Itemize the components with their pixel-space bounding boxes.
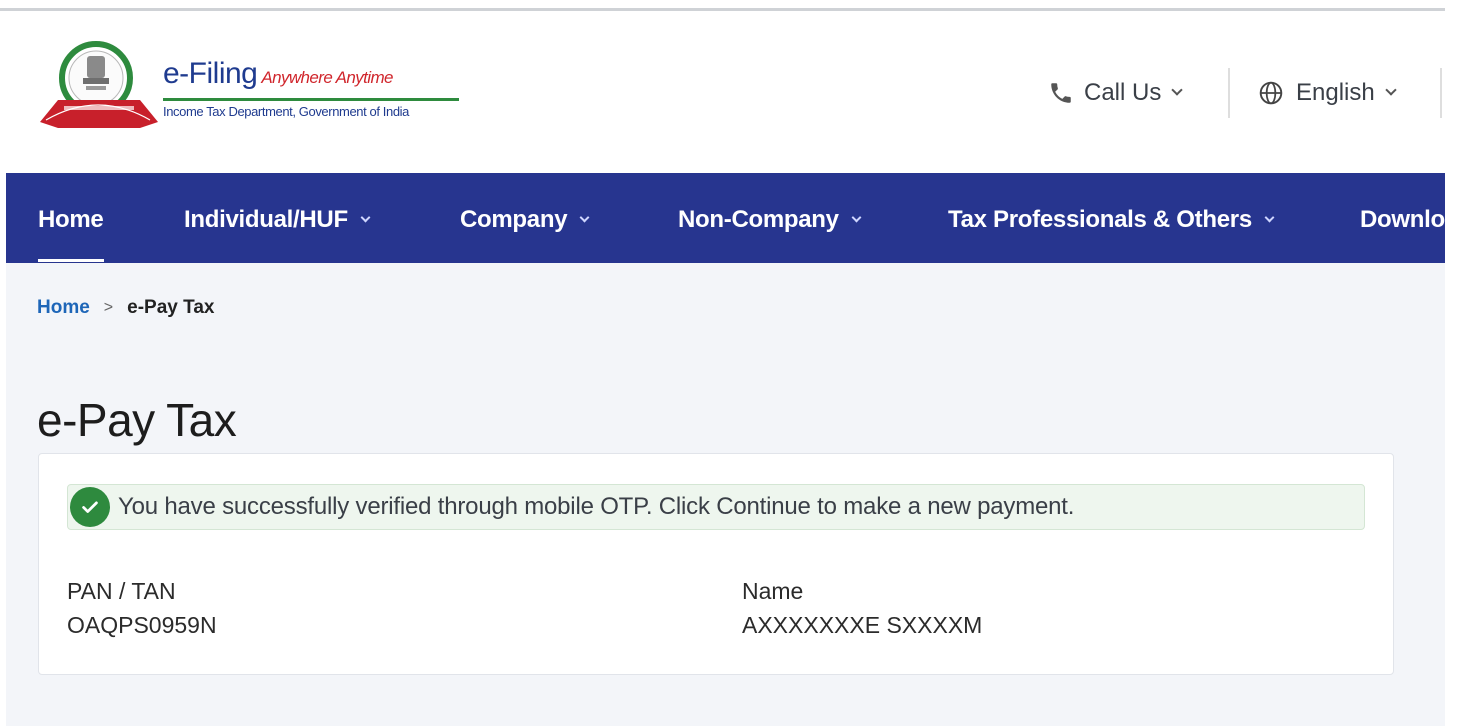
brand-underline [163,98,459,101]
nav-item-downloads[interactable]: Downlo [1360,206,1445,234]
income-tax-emblem-logo[interactable] [36,38,160,134]
breadcrumb: Home > e-Pay Tax [37,297,214,319]
nav-item-label: Home [38,206,104,233]
brand-subtitle: Income Tax Department, Government of Ind… [163,104,409,119]
success-message: You have successfully verified through m… [118,493,1075,520]
main-nav: Home Individual/HUF Company Non-Company … [6,173,1445,263]
nav-item-individual-huf[interactable]: Individual/HUF [184,206,371,234]
page-title: e-Pay Tax [37,394,237,446]
success-alert: You have successfully verified through m… [67,484,1365,530]
language-label: English [1296,79,1375,106]
nav-item-label: Company [460,206,568,233]
chevron-down-icon [360,212,371,222]
breadcrumb-separator: > [103,299,114,316]
field-value: AXXXXXXXE SXXXXM [742,612,983,638]
globe-icon [1259,81,1283,105]
field-label: Name [742,578,804,604]
chevron-down-icon [1171,84,1184,96]
nav-item-label: Downlo [1360,206,1445,233]
check-circle-icon [70,487,110,527]
nav-item-company[interactable]: Company [460,206,590,234]
nav-item-label: Individual/HUF [184,206,348,233]
field-value: OAQPS0959N [67,612,217,638]
main-content: Home > e-Pay Tax e-Pay Tax You have succ… [6,263,1445,726]
name-field: Name AXXXXXXXE SXXXXM [742,574,982,642]
brand-name: e-Filing [163,57,258,90]
phone-icon [1051,83,1071,103]
nav-item-home[interactable]: Home [38,206,104,234]
nav-item-label: Non-Company [678,206,839,233]
header-divider [1440,68,1442,118]
nav-item-label: Tax Professionals & Others [948,206,1252,233]
chevron-down-icon [851,212,862,222]
brand-tagline: Anywhere Anytime [261,68,393,87]
nav-item-non-company[interactable]: Non-Company [678,206,862,234]
breadcrumb-current: e-Pay Tax [127,297,215,318]
verification-card: You have successfully verified through m… [38,453,1394,675]
brand[interactable]: e-Filing Anywhere Anytime [163,58,393,94]
nav-item-tax-professionals[interactable]: Tax Professionals & Others [948,206,1275,234]
call-us-label: Call Us [1084,79,1162,106]
nav-active-indicator [38,259,104,262]
chevron-down-icon [1385,84,1397,96]
language-dropdown[interactable]: English [1258,76,1397,110]
call-us-dropdown[interactable]: Call Us [1048,76,1184,110]
field-label: PAN / TAN [67,578,176,604]
header-divider [1228,68,1230,118]
pan-tan-field: PAN / TAN OAQPS0959N [67,574,217,642]
chevron-down-icon [1264,212,1275,222]
breadcrumb-home-link[interactable]: Home [37,297,90,319]
brand-title: e-Filing Anywhere Anytime [163,58,393,94]
chevron-down-icon [579,212,590,222]
